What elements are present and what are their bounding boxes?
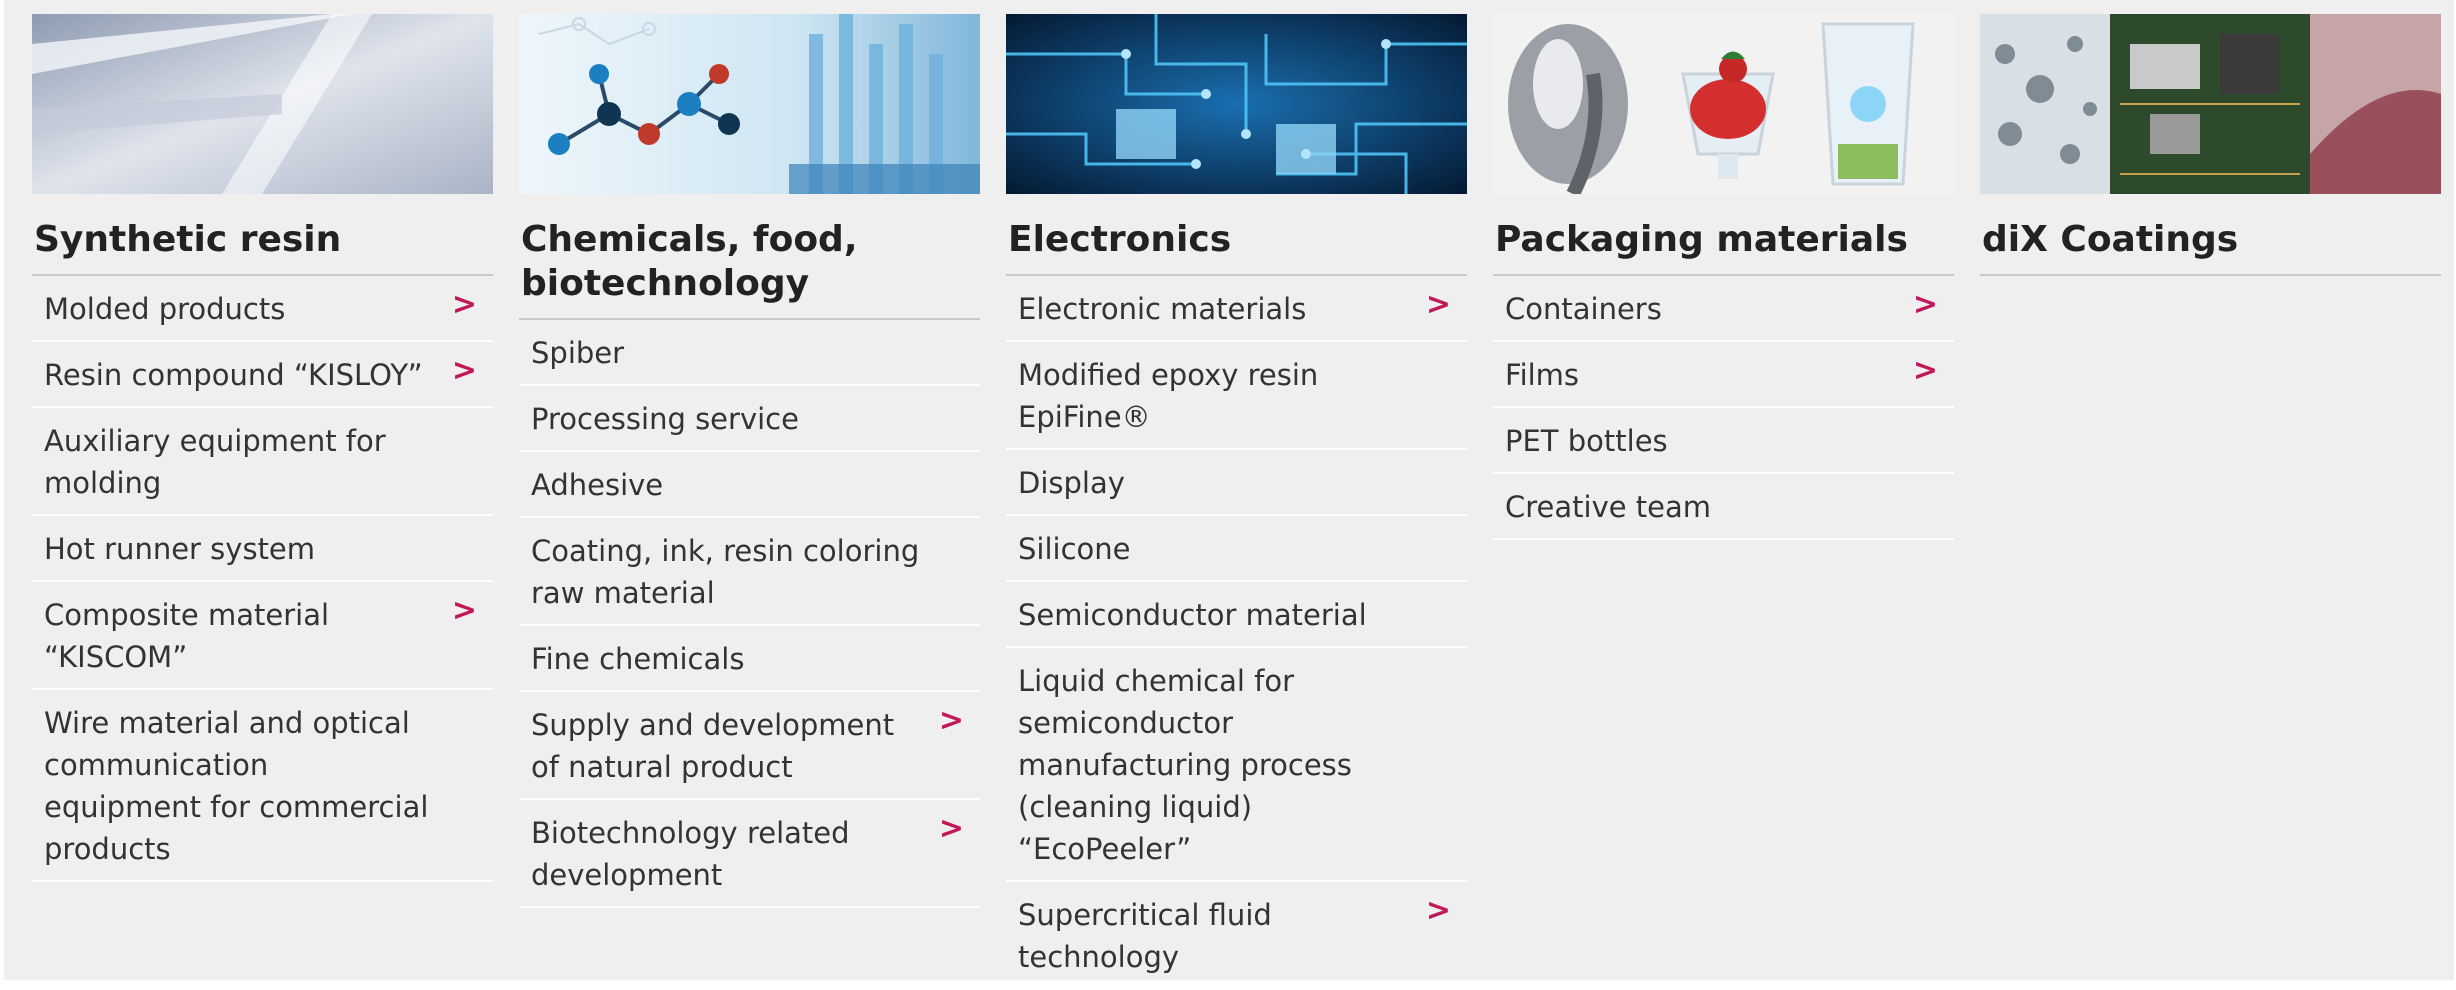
menu-item[interactable]: Spiber	[519, 320, 980, 386]
menu-item[interactable]: Resin compound “KISLOY” >	[32, 342, 493, 408]
menu-item[interactable]: Auxiliary equipment for molding	[32, 408, 493, 516]
menu-item[interactable]: Molded products >	[32, 276, 493, 342]
category-title[interactable]: diX Coatings	[1980, 194, 2441, 276]
chevron-right-icon: >	[938, 811, 964, 846]
menu-item-label: Supercritical fluid technology	[1018, 898, 1272, 974]
category-title[interactable]: Packaging materials	[1493, 194, 1954, 276]
category-title[interactable]: Synthetic resin	[32, 194, 493, 276]
menu-item[interactable]: Display	[1006, 450, 1467, 516]
menu-item-label: Silicone	[1018, 532, 1131, 566]
chevron-right-icon: >	[938, 703, 964, 738]
submenu-list: Electronic materials > Modified epoxy res…	[1006, 276, 1467, 990]
menu-item[interactable]: Containers >	[1493, 276, 1954, 342]
chevron-right-icon: >	[451, 287, 477, 322]
menu-item[interactable]: Creative team	[1493, 474, 1954, 540]
menu-item[interactable]: Biotechnology related development >	[519, 800, 980, 908]
chevron-right-icon: >	[1425, 287, 1451, 322]
menu-item[interactable]: Liquid chemical for semiconductor manufa…	[1006, 648, 1467, 882]
menu-item-label: Spiber	[531, 336, 625, 370]
menu-item-label: Electronic materials	[1018, 292, 1307, 326]
category-chemicals-food-biotechnology: Chemicals, food, biotechnology Spiber Pr…	[519, 14, 980, 908]
electronics-image[interactable]	[1006, 14, 1467, 194]
menu-item[interactable]: Coating, ink, resin coloring raw materia…	[519, 518, 980, 626]
menu-item[interactable]: Electronic materials >	[1006, 276, 1467, 342]
category-electronics: Electronics Electronic materials > Modifi…	[1006, 14, 1467, 990]
chevron-right-icon: >	[451, 353, 477, 388]
menu-item-label: Supply and development of natural produc…	[531, 708, 895, 784]
menu-item-label: Resin compound “KISLOY”	[44, 358, 423, 392]
menu-item[interactable]: Adhesive	[519, 452, 980, 518]
menu-item-label: Biotechnology related development	[531, 816, 850, 892]
category-title[interactable]: Electronics	[1006, 194, 1467, 276]
menu-item[interactable]: Silicone	[1006, 516, 1467, 582]
menu-item-label: Films	[1505, 358, 1580, 392]
menu-item[interactable]: PET bottles	[1493, 408, 1954, 474]
category-synthetic-resin: Synthetic resin Molded products > Resin c…	[32, 14, 493, 882]
menu-item[interactable]: Processing service	[519, 386, 980, 452]
chemicals-image[interactable]	[519, 14, 980, 194]
menu-item-label: Molded products	[44, 292, 286, 326]
category-panel: Synthetic resin Molded products > Resin c…	[4, 0, 2454, 990]
menu-item-label: Processing service	[531, 402, 799, 436]
menu-item[interactable]: Fine chemicals	[519, 626, 980, 692]
menu-item[interactable]: Supply and development of natural produc…	[519, 692, 980, 800]
menu-item-label: Semiconductor material	[1018, 598, 1367, 632]
menu-item[interactable]: Modified epoxy resin EpiFine®	[1006, 342, 1467, 450]
menu-item-label: Coating, ink, resin coloring raw materia…	[531, 534, 920, 610]
menu-item[interactable]: Hot runner system	[32, 516, 493, 582]
menu-item-label: PET bottles	[1505, 424, 1668, 458]
menu-item[interactable]: Supercritical fluid technology >	[1006, 882, 1467, 990]
menu-item-label: Containers	[1505, 292, 1662, 326]
menu-item-label: Composite material “KISCOM”	[44, 598, 330, 674]
menu-item-label: Modified epoxy resin EpiFine®	[1018, 358, 1319, 434]
menu-item-label: Wire material and optical communication …	[44, 706, 429, 866]
menu-item[interactable]: Films >	[1493, 342, 1954, 408]
dix-coatings-image[interactable]	[1980, 14, 2441, 194]
packaging-image[interactable]	[1493, 14, 1954, 194]
menu-item-label: Creative team	[1505, 490, 1712, 524]
chevron-right-icon: >	[1912, 353, 1938, 388]
chevron-right-icon: >	[451, 593, 477, 628]
category-title[interactable]: Chemicals, food, biotechnology	[519, 194, 980, 320]
menu-item-label: Hot runner system	[44, 532, 316, 566]
menu-item-label: Display	[1018, 466, 1125, 500]
category-packaging-materials: Packaging materials Containers > Films > P…	[1493, 14, 1954, 540]
menu-item-label: Auxiliary equipment for molding	[44, 424, 386, 500]
menu-item-label: Fine chemicals	[531, 642, 745, 676]
menu-item-label: Adhesive	[531, 468, 664, 502]
menu-item[interactable]: Semiconductor material	[1006, 582, 1467, 648]
submenu-list: Spiber Processing service Adhesive Coati…	[519, 320, 980, 908]
synthetic-resin-image[interactable]	[32, 14, 493, 194]
menu-item-label: Liquid chemical for semiconductor manufa…	[1018, 664, 1352, 866]
category-dix-coatings: diX Coatings	[1980, 14, 2441, 276]
chevron-right-icon: >	[1425, 893, 1451, 928]
submenu-list: Molded products > Resin compound “KISLOY”…	[32, 276, 493, 882]
menu-item[interactable]: Wire material and optical communication …	[32, 690, 493, 882]
chevron-right-icon: >	[1912, 287, 1938, 322]
menu-item[interactable]: Composite material “KISCOM” >	[32, 582, 493, 690]
submenu-list: Containers > Films > PET bottles Creative …	[1493, 276, 1954, 540]
